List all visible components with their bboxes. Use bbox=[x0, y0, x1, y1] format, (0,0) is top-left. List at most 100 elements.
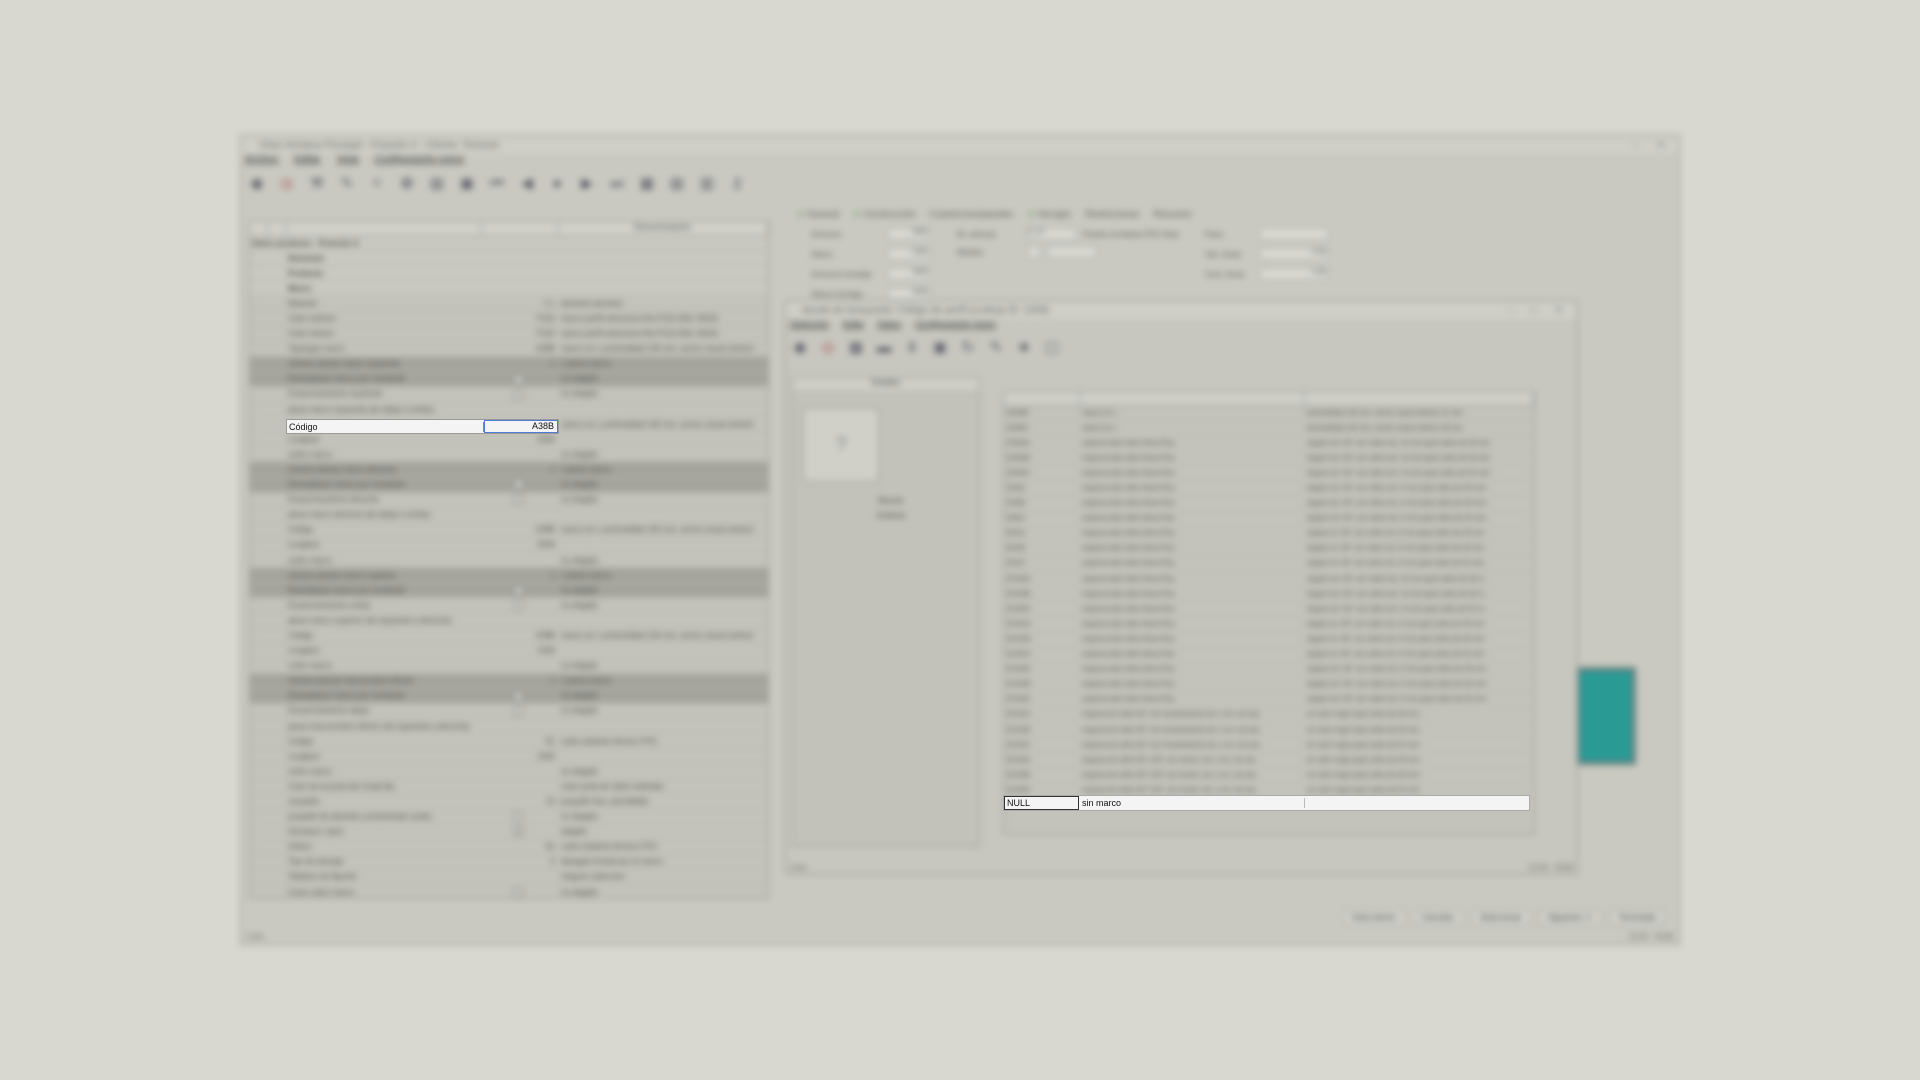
property-row[interactable]: número piezas marco/cubre inferior 1 1 pie… bbox=[250, 673, 768, 689]
property-row[interactable]: Código S1 cubre aislante térmico PVC bbox=[250, 734, 768, 750]
tab-general[interactable]: General bbox=[797, 209, 839, 220]
property-row[interactable]: Longitud 2000 bbox=[250, 538, 768, 553]
vista-interior-button[interactable]: Vista interior bbox=[1342, 909, 1405, 926]
terminado-button[interactable]: Terminado bbox=[1609, 909, 1665, 926]
property-row[interactable]: Longitud 1500 bbox=[250, 644, 768, 659]
sort-icon[interactable]: ⇟ bbox=[900, 335, 924, 359]
dialog-minimize-icon[interactable]: – bbox=[1507, 305, 1513, 316]
articulo-field[interactable]: V_01 bbox=[1027, 228, 1077, 240]
property-row[interactable]: Color interior P110 marco perfil estructur… bbox=[250, 327, 768, 342]
table-row[interactable]: ES0AB esquina todo vidrio Nova Plus ángulo… bbox=[1004, 451, 1534, 467]
property-row[interactable]: Junquillo 10 junquillo fina, atornillable bbox=[250, 794, 768, 810]
table-row[interactable]: EUD4A esquina todo vidrio Nova Plus ángulo… bbox=[1004, 663, 1534, 678]
table-row[interactable]: ES0C esquina todo vidrio Nova Plus ángulo … bbox=[1004, 512, 1534, 527]
property-checkbox[interactable] bbox=[514, 585, 523, 595]
property-row[interactable]: Producto bbox=[250, 266, 768, 282]
dialog-menu-configuracion[interactable]: Configuración menú bbox=[915, 319, 996, 333]
property-row[interactable]: Corte cubre marco no elegido bbox=[250, 885, 768, 898]
property-row[interactable]: Solera S1 cubre aislante térmico PVC bbox=[250, 840, 768, 855]
save-icon[interactable]: ▣ bbox=[928, 335, 952, 359]
first-icon[interactable]: ⏮ bbox=[485, 171, 509, 195]
property-row[interactable]: pieza marco/cubre inferior (de izquierda… bbox=[250, 719, 768, 735]
ordenar-button[interactable]: Ordenar bbox=[801, 511, 981, 523]
altura-montaje-field[interactable]: 2000 bbox=[887, 288, 931, 300]
property-row[interactable]: unión marco no elegido bbox=[250, 659, 768, 674]
table-row[interactable]: EUD2C esquina todo vidrio Nova Plus ángulo… bbox=[1004, 648, 1534, 663]
codigo-row[interactable]: Código A38B bbox=[286, 419, 559, 434]
property-row[interactable]: Marco bbox=[250, 281, 768, 297]
property-row[interactable]: unión marco no elegido bbox=[250, 447, 768, 463]
peso-field[interactable] bbox=[1259, 228, 1329, 240]
table-row[interactable]: ES2A esquina todo vidrio Nova Plus ángulo … bbox=[1004, 527, 1534, 542]
doc-icon[interactable]: ▤ bbox=[425, 171, 449, 195]
dialog-maximize-icon[interactable]: □ bbox=[1531, 305, 1537, 316]
seleccionar-button[interactable]: Seleccionar bbox=[1470, 909, 1531, 926]
property-checkbox[interactable] bbox=[514, 374, 523, 384]
table-row[interactable]: ES0AC esquina todo vidrio Nova Plus ángulo… bbox=[1004, 466, 1534, 482]
property-row[interactable]: Introducir cubre ✓ elegido bbox=[250, 825, 768, 840]
property-row[interactable]: pieza marco derecha (de abajo a arriba) bbox=[250, 508, 768, 523]
table-icon[interactable]: ▤ bbox=[665, 171, 689, 195]
property-row[interactable]: Tipología marco A38B marco en L profundida… bbox=[250, 342, 768, 357]
table-row[interactable]: EUD4B esquina todo vidrio Nova Plus ángulo… bbox=[1004, 678, 1534, 693]
dialog-menu-edita[interactable]: Edita bbox=[843, 319, 864, 333]
selected-result-row[interactable]: NULL sin marco bbox=[1003, 795, 1530, 811]
modelo-field[interactable] bbox=[1047, 246, 1097, 258]
table-row[interactable]: EUS2A esquina de vidrio 90° con revestimi… bbox=[1004, 708, 1534, 723]
anchura-field[interactable]: 3000 bbox=[887, 228, 931, 240]
layout-icon[interactable]: ▥ bbox=[695, 171, 719, 195]
property-checkbox[interactable] bbox=[514, 706, 523, 716]
property-row[interactable]: unión marco no elegido bbox=[250, 553, 768, 569]
table-row[interactable]: A038C marco en L profundidad 100 mm, ancho… bbox=[1004, 421, 1534, 437]
menu-configuracion[interactable]: Configuración menú bbox=[375, 154, 465, 168]
favorite-icon[interactable]: ★ bbox=[1012, 335, 1036, 359]
table-row[interactable]: A038B marco en L profundidad 100 mm, ancho… bbox=[1004, 406, 1534, 422]
key-icon[interactable]: ⚷ bbox=[725, 171, 749, 195]
table-row[interactable]: EUS3A esquina de vidrio 90°-135° con reve… bbox=[1004, 753, 1534, 769]
tab-cuarterones-paneles[interactable]: Cuarterones/paneles bbox=[930, 209, 1014, 219]
document-icon[interactable]: ▢ bbox=[1040, 335, 1064, 359]
property-checkbox[interactable] bbox=[514, 389, 523, 399]
property-row[interactable]: Reemplazar marco por montante no elegido bbox=[250, 477, 768, 493]
selected-code-cell[interactable]: NULL bbox=[1004, 796, 1079, 810]
property-checkbox[interactable] bbox=[514, 495, 523, 505]
property-row[interactable]: Código A38B marco en L profundidad 100 mm,… bbox=[250, 523, 768, 538]
dialog-menu-datos[interactable]: Datos bbox=[878, 319, 902, 333]
next-icon[interactable]: ▶ bbox=[575, 171, 599, 195]
property-row[interactable]: número piezas marco superior 1 1 pieza mar… bbox=[250, 568, 768, 584]
property-row[interactable]: pieza marco superior (de izquierda a der… bbox=[250, 613, 768, 629]
brush-icon[interactable]: ✎ bbox=[335, 171, 359, 195]
property-row[interactable]: Ensanchamiento izquierda no elegido bbox=[250, 387, 768, 403]
menu-vista[interactable]: Vista bbox=[336, 154, 358, 168]
cancelar-button[interactable]: Cancelar bbox=[1412, 909, 1463, 926]
tab-construcci-n[interactable]: Construcción bbox=[853, 209, 916, 220]
property-row[interactable]: número piezas marco izquierda 1 1 pieza ma… bbox=[250, 356, 768, 372]
record-icon[interactable]: ● bbox=[545, 171, 569, 195]
property-checkbox[interactable] bbox=[514, 480, 523, 490]
property-row[interactable]: unión marco no elegido bbox=[250, 764, 768, 780]
property-checkbox[interactable] bbox=[514, 887, 523, 897]
property-row[interactable]: pieza marco izquierda (de abajo a arriba… bbox=[250, 402, 768, 418]
table-row[interactable]: ES0A esquina todo vidrio Nova Plus ángulo … bbox=[1004, 481, 1534, 497]
property-row[interactable]: Reemplazar marco por montante no elegido bbox=[250, 371, 768, 387]
frame-icon[interactable]: ▣ bbox=[455, 171, 479, 195]
property-row[interactable]: Reemplazar marco por montante no elegido bbox=[250, 688, 768, 704]
tab-resumen[interactable]: Resumen bbox=[1153, 209, 1192, 219]
grid-icon[interactable]: ▦ bbox=[635, 171, 659, 195]
property-checkbox[interactable] bbox=[514, 691, 523, 701]
filter-icon[interactable]: ▬ bbox=[872, 335, 896, 359]
property-row[interactable]: Ensanchamiento derecha no elegido bbox=[250, 493, 768, 508]
com-bruto-field[interactable]: 0.00 bbox=[1259, 268, 1329, 280]
tools-icon[interactable]: ⚒ bbox=[305, 171, 329, 195]
property-row[interactable]: Código A38B marco en L profundidad 100 mm,… bbox=[250, 628, 768, 644]
table-row[interactable]: EUD2A esquina todo vidrio Nova Plus ángulo… bbox=[1004, 617, 1534, 633]
property-row[interactable]: número piezas marco derecha 1 1 pieza marc… bbox=[250, 462, 768, 478]
dialog-menu-seleccion[interactable]: Selección bbox=[790, 319, 829, 333]
property-row[interactable]: Color exterior P110 marco perfil estructur… bbox=[250, 311, 768, 327]
tab-restricciones[interactable]: Restricciones bbox=[1085, 209, 1139, 219]
table-row[interactable]: EUD0C esquina todo vidrio Nova Plus ángulo… bbox=[1004, 602, 1534, 618]
last-icon[interactable]: ⏭ bbox=[605, 171, 629, 195]
siguiente-button[interactable]: Siguiente >> bbox=[1538, 909, 1602, 926]
table-row[interactable]: EUD2B esquina todo vidrio Nova Plus ángulo… bbox=[1004, 632, 1534, 648]
exit-icon[interactable]: ◉ bbox=[788, 335, 812, 359]
